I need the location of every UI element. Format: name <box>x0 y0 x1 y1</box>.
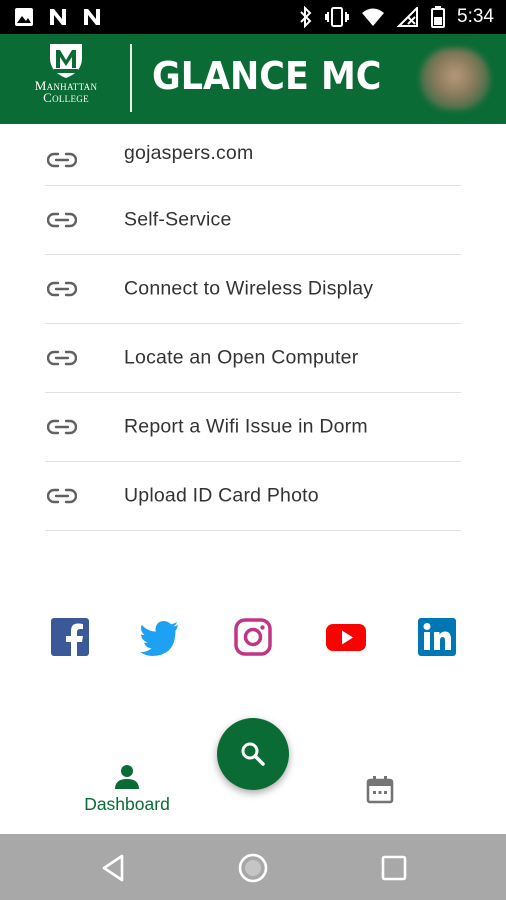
wifi-icon <box>362 8 385 26</box>
link-icon <box>47 152 77 168</box>
battery-icon <box>431 6 446 28</box>
search-icon <box>241 742 265 766</box>
shield-icon <box>50 44 82 78</box>
link-label: Self-Service <box>124 208 232 231</box>
image-icon <box>15 8 33 26</box>
link-label: Locate an Open Computer <box>124 346 359 369</box>
status-bar-right: 5:34 <box>299 6 494 28</box>
link-label: Upload ID Card Photo <box>124 484 319 507</box>
youtube-icon[interactable] <box>325 617 367 657</box>
system-navigation-bar <box>0 834 506 900</box>
link-item-gojaspers[interactable]: gojaspers.com <box>45 124 461 186</box>
college-logo: Manhattan College <box>18 42 114 116</box>
app-title: GLANCE MC <box>152 54 382 98</box>
vibrate-icon <box>325 7 350 27</box>
link-item-wireless-display[interactable]: Connect to Wireless Display <box>45 255 461 324</box>
notification-n-icon <box>84 9 100 25</box>
status-bar-left <box>14 7 102 27</box>
instagram-icon[interactable] <box>233 617 273 657</box>
bluetooth-icon <box>300 6 312 28</box>
link-item-wifi-issue[interactable]: Report a Wifi Issue in Dorm <box>45 393 461 462</box>
linkedin-icon[interactable] <box>417 617 457 657</box>
link-icon <box>47 419 77 435</box>
link-icon <box>47 281 77 297</box>
recents-icon[interactable] <box>378 852 410 884</box>
link-label: gojaspers.com <box>124 142 254 164</box>
link-item-upload-id-photo[interactable]: Upload ID Card Photo <box>45 462 461 531</box>
status-bar: 5:34 <box>0 0 506 34</box>
twitter-icon[interactable] <box>140 617 180 657</box>
status-time: 5:34 <box>457 6 494 27</box>
no-signal-icon <box>397 7 419 27</box>
link-icon <box>47 212 77 228</box>
link-list: gojaspers.com Self-Service Connect to Wi… <box>45 124 461 531</box>
app-header: Manhattan College GLANCE MC <box>0 34 506 124</box>
link-label: Connect to Wireless Display <box>124 277 374 300</box>
link-item-open-computer[interactable]: Locate an Open Computer <box>45 324 461 393</box>
notification-n-icon <box>50 9 66 25</box>
header-divider <box>130 44 132 112</box>
link-label: Report a Wifi Issue in Dorm <box>124 415 368 438</box>
nav-dashboard-tab[interactable]: Dashboard <box>72 764 182 824</box>
facebook-icon[interactable] <box>50 617 90 657</box>
back-icon[interactable] <box>98 852 130 884</box>
avatar[interactable] <box>420 48 490 110</box>
home-icon[interactable] <box>237 852 269 884</box>
person-icon <box>115 765 139 789</box>
search-button[interactable] <box>217 718 289 790</box>
link-icon <box>47 488 77 504</box>
nav-dashboard-label: Dashboard <box>84 794 170 814</box>
logo-text-line2: College <box>43 90 89 105</box>
link-item-self-service[interactable]: Self-Service <box>45 186 461 255</box>
social-links <box>0 612 506 662</box>
link-icon <box>47 350 77 366</box>
calendar-icon[interactable] <box>364 774 396 806</box>
